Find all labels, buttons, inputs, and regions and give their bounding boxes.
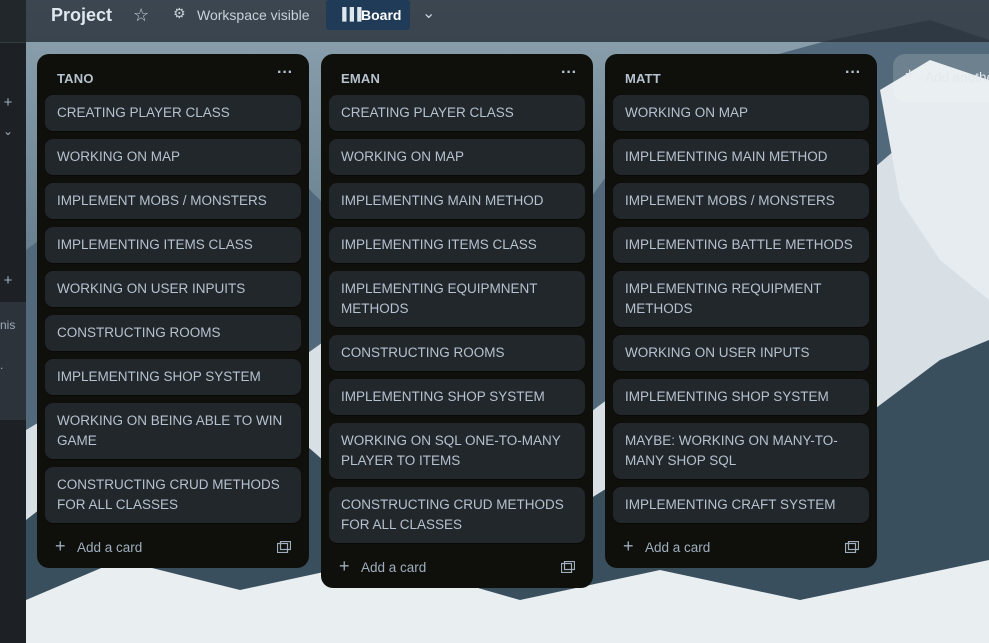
plus-icon: + xyxy=(55,536,66,556)
more-horizontal-icon[interactable]: ··· xyxy=(277,64,293,82)
board-header: Project ☆ ⚙ Workspace visible ▐▐▐ Board … xyxy=(26,0,989,42)
people-icon[interactable]: ⚙ xyxy=(173,5,186,22)
list-title[interactable]: EMAN xyxy=(341,71,380,86)
more-horizontal-icon[interactable]: ··· xyxy=(561,64,577,82)
board-icon: ▐▐▐ xyxy=(338,7,361,21)
list-eman: EMAN ··· CREATING PLAYER CLASS WORKING O… xyxy=(321,54,593,588)
card-template-icon[interactable] xyxy=(561,561,575,573)
card[interactable]: WORKING ON MAP xyxy=(329,139,585,175)
board-view-button[interactable]: ▐▐▐ Board xyxy=(326,0,410,30)
card[interactable]: IMPLEMENTING REQUIPMENT METHODS xyxy=(613,271,869,327)
card[interactable]: IMPLEMENTING MAIN METHOD xyxy=(613,139,869,175)
card[interactable]: IMPLEMENTING MAIN METHOD xyxy=(329,183,585,219)
card[interactable]: IMPLEMENTING SHOP SYSTEM xyxy=(45,359,301,395)
card-template-icon[interactable] xyxy=(845,541,859,553)
board-view-label: Board xyxy=(361,7,402,23)
add-card-button[interactable]: + Add a card xyxy=(339,556,449,578)
visibility-button[interactable]: Workspace visible xyxy=(197,7,310,23)
card[interactable]: CREATING PLAYER CLASS xyxy=(45,95,301,131)
add-card-button[interactable]: + Add a card xyxy=(55,536,165,558)
card[interactable]: CONSTRUCTING ROOMS xyxy=(329,335,585,371)
add-card-label: Add a card xyxy=(645,540,711,555)
card[interactable]: CONSTRUCTING CRUD METHODS FOR ALL CLASSE… xyxy=(329,487,585,543)
card-list: CREATING PLAYER CLASS WORKING ON MAP IMP… xyxy=(329,95,585,551)
card[interactable]: WORKING ON MAP xyxy=(613,95,869,131)
card[interactable]: IMPLEMENT MOBS / MONSTERS xyxy=(613,183,869,219)
card[interactable]: WORKING ON BEING ABLE TO WIN GAME xyxy=(45,403,301,459)
list-tano: TANO ··· CREATING PLAYER CLASS WORKING O… xyxy=(37,54,309,568)
card[interactable]: WORKING ON SQL ONE-TO-MANY PLAYER TO ITE… xyxy=(329,423,585,479)
plus-icon[interactable]: + xyxy=(0,272,16,289)
sidebar-top-area xyxy=(0,0,26,43)
add-card-button[interactable]: + Add a card xyxy=(623,536,733,558)
more-horizontal-icon[interactable]: ··· xyxy=(845,64,861,82)
list-matt: MATT ··· WORKING ON MAP IMPLEMENTING MAI… xyxy=(605,54,877,568)
plus-icon: + xyxy=(339,556,350,576)
card-template-icon[interactable] xyxy=(277,541,291,553)
card[interactable]: IMPLEMENTING BATTLE METHODS xyxy=(613,227,869,263)
add-list-label: Add another list xyxy=(925,70,989,85)
add-card-label: Add a card xyxy=(361,560,427,575)
card[interactable]: WORKING ON USER INPUITS xyxy=(45,271,301,307)
card[interactable]: WORKING ON MAP xyxy=(45,139,301,175)
star-icon[interactable]: ☆ xyxy=(133,5,149,26)
card[interactable]: IMPLEMENTING ITEMS CLASS xyxy=(329,227,585,263)
board-title[interactable]: Project xyxy=(51,5,112,26)
card[interactable]: CREATING PLAYER CLASS xyxy=(329,95,585,131)
card[interactable]: IMPLEMENTING SHOP SYSTEM xyxy=(613,379,869,415)
sidebar-item-label-fragment: . xyxy=(0,358,4,372)
chevron-down-icon[interactable]: ⌄ xyxy=(422,3,435,23)
plus-icon[interactable]: + xyxy=(0,94,16,111)
chevron-down-icon[interactable]: ⌄ xyxy=(0,124,16,138)
card[interactable]: CONSTRUCTING CRUD METHODS FOR ALL CLASSE… xyxy=(45,467,301,523)
card[interactable]: IMPLEMENTING CRAFT SYSTEM xyxy=(613,487,869,523)
sidebar-item-label-fragment: nis xyxy=(0,318,16,332)
card[interactable]: MAYBE: WORKING ON MANY-TO-MANY SHOP SQL xyxy=(613,423,869,479)
plus-icon: + xyxy=(623,536,634,556)
card[interactable]: IMPLEMENT MOBS / MONSTERS xyxy=(45,183,301,219)
card-list: CREATING PLAYER CLASS WORKING ON MAP IMP… xyxy=(45,95,301,531)
list-title[interactable]: MATT xyxy=(625,71,661,86)
card[interactable]: CONSTRUCTING ROOMS xyxy=(45,315,301,351)
plus-icon: + xyxy=(905,66,915,83)
card[interactable]: IMPLEMENTING SHOP SYSTEM xyxy=(329,379,585,415)
list-title[interactable]: TANO xyxy=(57,71,94,86)
card[interactable]: IMPLEMENTING ITEMS CLASS xyxy=(45,227,301,263)
left-sidebar: + ⌄ + nis . xyxy=(0,0,26,643)
add-card-label: Add a card xyxy=(77,540,143,555)
add-list-button[interactable]: + Add another list xyxy=(893,54,989,102)
card-list: WORKING ON MAP IMPLEMENTING MAIN METHOD … xyxy=(613,95,869,531)
card[interactable]: IMPLEMENTING EQUIPMNENT METHODS xyxy=(329,271,585,327)
card[interactable]: WORKING ON USER INPUTS xyxy=(613,335,869,371)
add-list-clip: + Add another list xyxy=(893,54,989,102)
